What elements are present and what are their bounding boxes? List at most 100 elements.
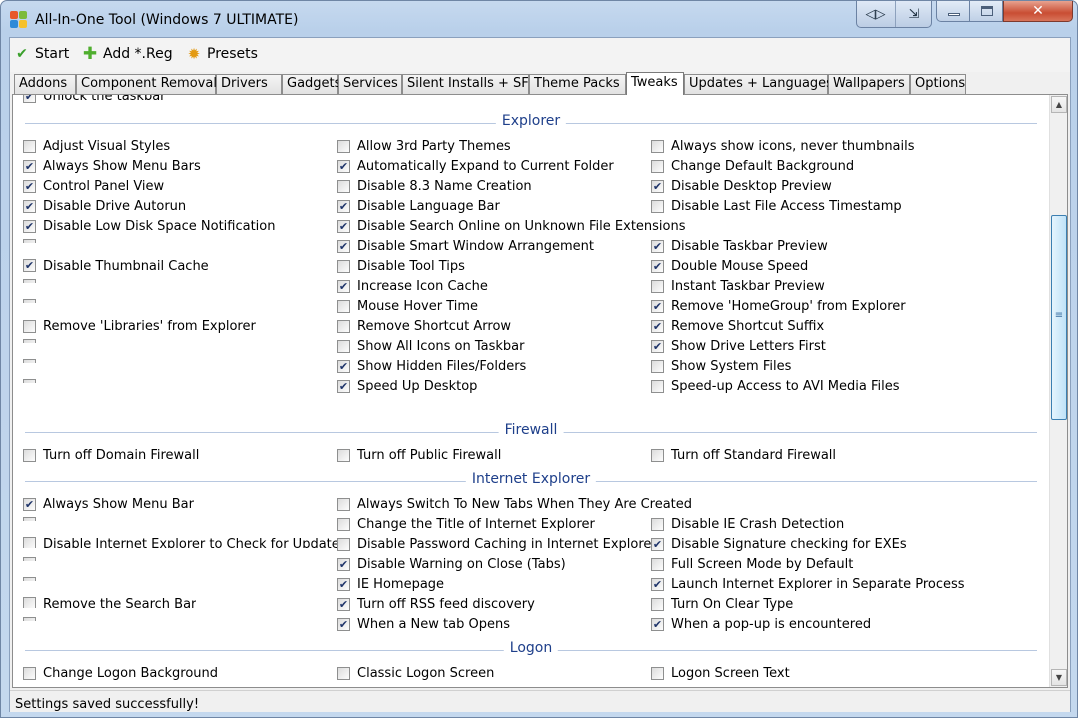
checkbox-unlabeled[interactable] bbox=[23, 517, 43, 521]
unchecked-box-icon[interactable] bbox=[23, 617, 36, 621]
title-bar[interactable]: All-In-One Tool (Windows 7 ULTIMATE) ◁▷ … bbox=[1, 1, 1077, 37]
checkbox-show-hidden-files-folders[interactable]: ✔ Show Hidden Files/Folders bbox=[337, 359, 526, 374]
checkbox-disable-warning-on-close-tabs[interactable]: ✔ Disable Warning on Close (Tabs) bbox=[337, 557, 566, 572]
tab-gadgets[interactable]: Gadgets bbox=[282, 74, 341, 94]
unchecked-box-icon[interactable] bbox=[337, 449, 350, 462]
unchecked-box-icon[interactable] bbox=[651, 280, 664, 293]
close-button[interactable]: ✕ bbox=[1003, 1, 1073, 22]
unchecked-box-icon[interactable] bbox=[651, 140, 664, 153]
scroll-down-button[interactable]: ▼ bbox=[1051, 669, 1067, 686]
checkbox-turn-on-clear-type[interactable]: Turn On Clear Type bbox=[651, 597, 793, 612]
checked-box-icon[interactable]: ✔ bbox=[23, 180, 36, 193]
checked-box-icon[interactable]: ✔ bbox=[651, 260, 664, 273]
unchecked-box-icon[interactable] bbox=[651, 558, 664, 571]
unchecked-box-icon[interactable] bbox=[337, 140, 350, 153]
checkbox-unlabeled[interactable] bbox=[23, 617, 43, 621]
checked-box-icon[interactable]: ✔ bbox=[337, 360, 350, 373]
checkbox-disable-ie-crash-detection[interactable]: Disable IE Crash Detection bbox=[651, 517, 844, 532]
checkbox-increase-icon-cache[interactable]: ✔ Increase Icon Cache bbox=[337, 279, 488, 294]
tab-services[interactable]: Services bbox=[338, 74, 402, 94]
unchecked-box-icon[interactable] bbox=[23, 140, 36, 153]
checked-box-icon[interactable]: ✔ bbox=[337, 618, 350, 631]
unchecked-box-icon[interactable] bbox=[651, 449, 664, 462]
checkbox-adjust-visual-styles[interactable]: Adjust Visual Styles bbox=[23, 139, 170, 154]
checkbox-disable-thumbnail-cache[interactable]: ✔ Disable Thumbnail Cache bbox=[23, 259, 209, 273]
unchecked-box-icon[interactable] bbox=[23, 299, 36, 303]
unchecked-box-icon[interactable] bbox=[23, 577, 36, 581]
checked-box-icon[interactable]: ✔ bbox=[337, 558, 350, 571]
checkbox-always-switch-to-new-tabs-when-they-are-created[interactable]: Always Switch To New Tabs When They Are … bbox=[337, 497, 692, 512]
checkbox-show-drive-letters-first[interactable]: ✔ Show Drive Letters First bbox=[651, 339, 826, 354]
checkbox-launch-internet-explorer-in-separate-process[interactable]: ✔ Launch Internet Explorer in Separate Pr… bbox=[651, 577, 965, 592]
checkbox-unlabeled[interactable] bbox=[23, 279, 43, 283]
start-button[interactable]: ✔ Start bbox=[14, 46, 69, 62]
checkbox-always-show-icons-never-thumbnails[interactable]: Always show icons, never thumbnails bbox=[651, 139, 915, 154]
checked-box-icon[interactable]: ✔ bbox=[337, 240, 350, 253]
checkbox-unlabeled[interactable] bbox=[23, 299, 43, 303]
checkbox-unlock-the-taskbar[interactable]: ✔ Unlock the taskbar bbox=[23, 95, 166, 104]
checkbox-disable-drive-autorun[interactable]: ✔ Disable Drive Autorun bbox=[23, 199, 186, 214]
checkbox-disable-desktop-preview[interactable]: ✔ Disable Desktop Preview bbox=[651, 179, 832, 194]
checked-box-icon[interactable]: ✔ bbox=[23, 498, 36, 511]
unchecked-box-icon[interactable] bbox=[337, 340, 350, 353]
tab-addons[interactable]: Addons bbox=[14, 74, 76, 94]
scroll-up-button[interactable]: ▲ bbox=[1051, 96, 1067, 113]
tab-tweaks[interactable]: Tweaks bbox=[626, 72, 684, 95]
checkbox-speed-up-access-to-avi-media-files[interactable]: Speed-up Access to AVI Media Files bbox=[651, 379, 900, 394]
unchecked-box-icon[interactable] bbox=[337, 538, 350, 551]
unchecked-box-icon[interactable] bbox=[23, 449, 36, 462]
checked-box-icon[interactable]: ✔ bbox=[651, 300, 664, 313]
maximize-button[interactable] bbox=[969, 1, 1003, 22]
unchecked-box-icon[interactable] bbox=[23, 359, 36, 363]
export-button[interactable]: ⇲ bbox=[895, 1, 932, 27]
tab-drivers[interactable]: Drivers bbox=[216, 74, 282, 94]
checked-box-icon[interactable]: ✔ bbox=[23, 160, 36, 173]
unchecked-box-icon[interactable] bbox=[337, 320, 350, 333]
unchecked-box-icon[interactable] bbox=[337, 667, 350, 680]
checkbox-unlabeled[interactable] bbox=[23, 359, 43, 363]
checkbox-mouse-hover-time[interactable]: Mouse Hover Time bbox=[337, 299, 478, 314]
tab-options[interactable]: Options bbox=[910, 74, 966, 94]
checked-box-icon[interactable]: ✔ bbox=[23, 95, 36, 103]
checked-box-icon[interactable]: ✔ bbox=[337, 200, 350, 213]
checkbox-disable-internet-explorer-to-check-for-updates[interactable]: Disable Internet Explorer to Check for U… bbox=[23, 537, 347, 548]
unchecked-box-icon[interactable] bbox=[337, 300, 350, 313]
checkbox-logon-screen-text[interactable]: Logon Screen Text bbox=[651, 666, 790, 681]
checkbox-disable-taskbar-preview[interactable]: ✔ Disable Taskbar Preview bbox=[651, 239, 828, 254]
checkbox-unlabeled[interactable] bbox=[23, 339, 43, 343]
presets-button[interactable]: ✹ Presets bbox=[186, 45, 258, 63]
checkbox-instant-taskbar-preview[interactable]: Instant Taskbar Preview bbox=[651, 279, 825, 294]
unchecked-box-icon[interactable] bbox=[23, 537, 36, 548]
checkbox-turn-off-standard-firewall[interactable]: Turn off Standard Firewall bbox=[651, 448, 836, 463]
checkbox-disable-search-online-on-unknown-file-extensions[interactable]: ✔ Disable Search Online on Unknown File E… bbox=[337, 219, 686, 234]
checked-box-icon[interactable]: ✔ bbox=[651, 618, 664, 631]
checkbox-disable-last-file-access-timestamp[interactable]: Disable Last File Access Timestamp bbox=[651, 199, 902, 214]
checkbox-disable-language-bar[interactable]: ✔ Disable Language Bar bbox=[337, 199, 500, 214]
unchecked-box-icon[interactable] bbox=[651, 518, 664, 531]
checkbox-unlabeled[interactable] bbox=[23, 379, 43, 383]
checked-box-icon[interactable]: ✔ bbox=[651, 320, 664, 333]
minimize-button[interactable] bbox=[936, 1, 970, 22]
add-reg-button[interactable]: ✚ Add *.Reg bbox=[82, 44, 173, 64]
tab-updates-languages[interactable]: Updates + Languages bbox=[684, 74, 833, 94]
checkbox-change-the-title-of-internet-explorer[interactable]: Change the Title of Internet Explorer bbox=[337, 517, 595, 532]
checkbox-disable-signature-checking-for-exes[interactable]: ✔ Disable Signature checking for EXEs bbox=[651, 537, 907, 552]
unchecked-box-icon[interactable] bbox=[337, 518, 350, 531]
checkbox-ie-homepage[interactable]: ✔ IE Homepage bbox=[337, 577, 444, 592]
unchecked-box-icon[interactable] bbox=[23, 557, 36, 561]
checked-box-icon[interactable]: ✔ bbox=[337, 280, 350, 293]
checkbox-disable-low-disk-space-notification[interactable]: ✔ Disable Low Disk Space Notification bbox=[23, 219, 275, 234]
checked-box-icon[interactable]: ✔ bbox=[651, 240, 664, 253]
tray-toggle-button[interactable]: ◁▷ bbox=[857, 1, 894, 27]
tab-theme-packs[interactable]: Theme Packs bbox=[529, 74, 626, 94]
checkbox-turn-off-domain-firewall[interactable]: Turn off Domain Firewall bbox=[23, 448, 199, 463]
tab-silent-installs-sfx[interactable]: Silent Installs + SFX bbox=[402, 74, 538, 94]
checkbox-disable-8-3-name-creation[interactable]: Disable 8.3 Name Creation bbox=[337, 179, 532, 194]
unchecked-box-icon[interactable] bbox=[651, 380, 664, 393]
checked-box-icon[interactable]: ✔ bbox=[651, 340, 664, 353]
checkbox-always-show-menu-bar[interactable]: ✔ Always Show Menu Bar bbox=[23, 497, 194, 512]
checkbox-always-show-menu-bars[interactable]: ✔ Always Show Menu Bars bbox=[23, 159, 201, 174]
checkbox-remove-libraries-from-explorer[interactable]: Remove 'Libraries' from Explorer bbox=[23, 319, 256, 334]
checked-box-icon[interactable]: ✔ bbox=[651, 538, 664, 551]
unchecked-box-icon[interactable] bbox=[651, 160, 664, 173]
